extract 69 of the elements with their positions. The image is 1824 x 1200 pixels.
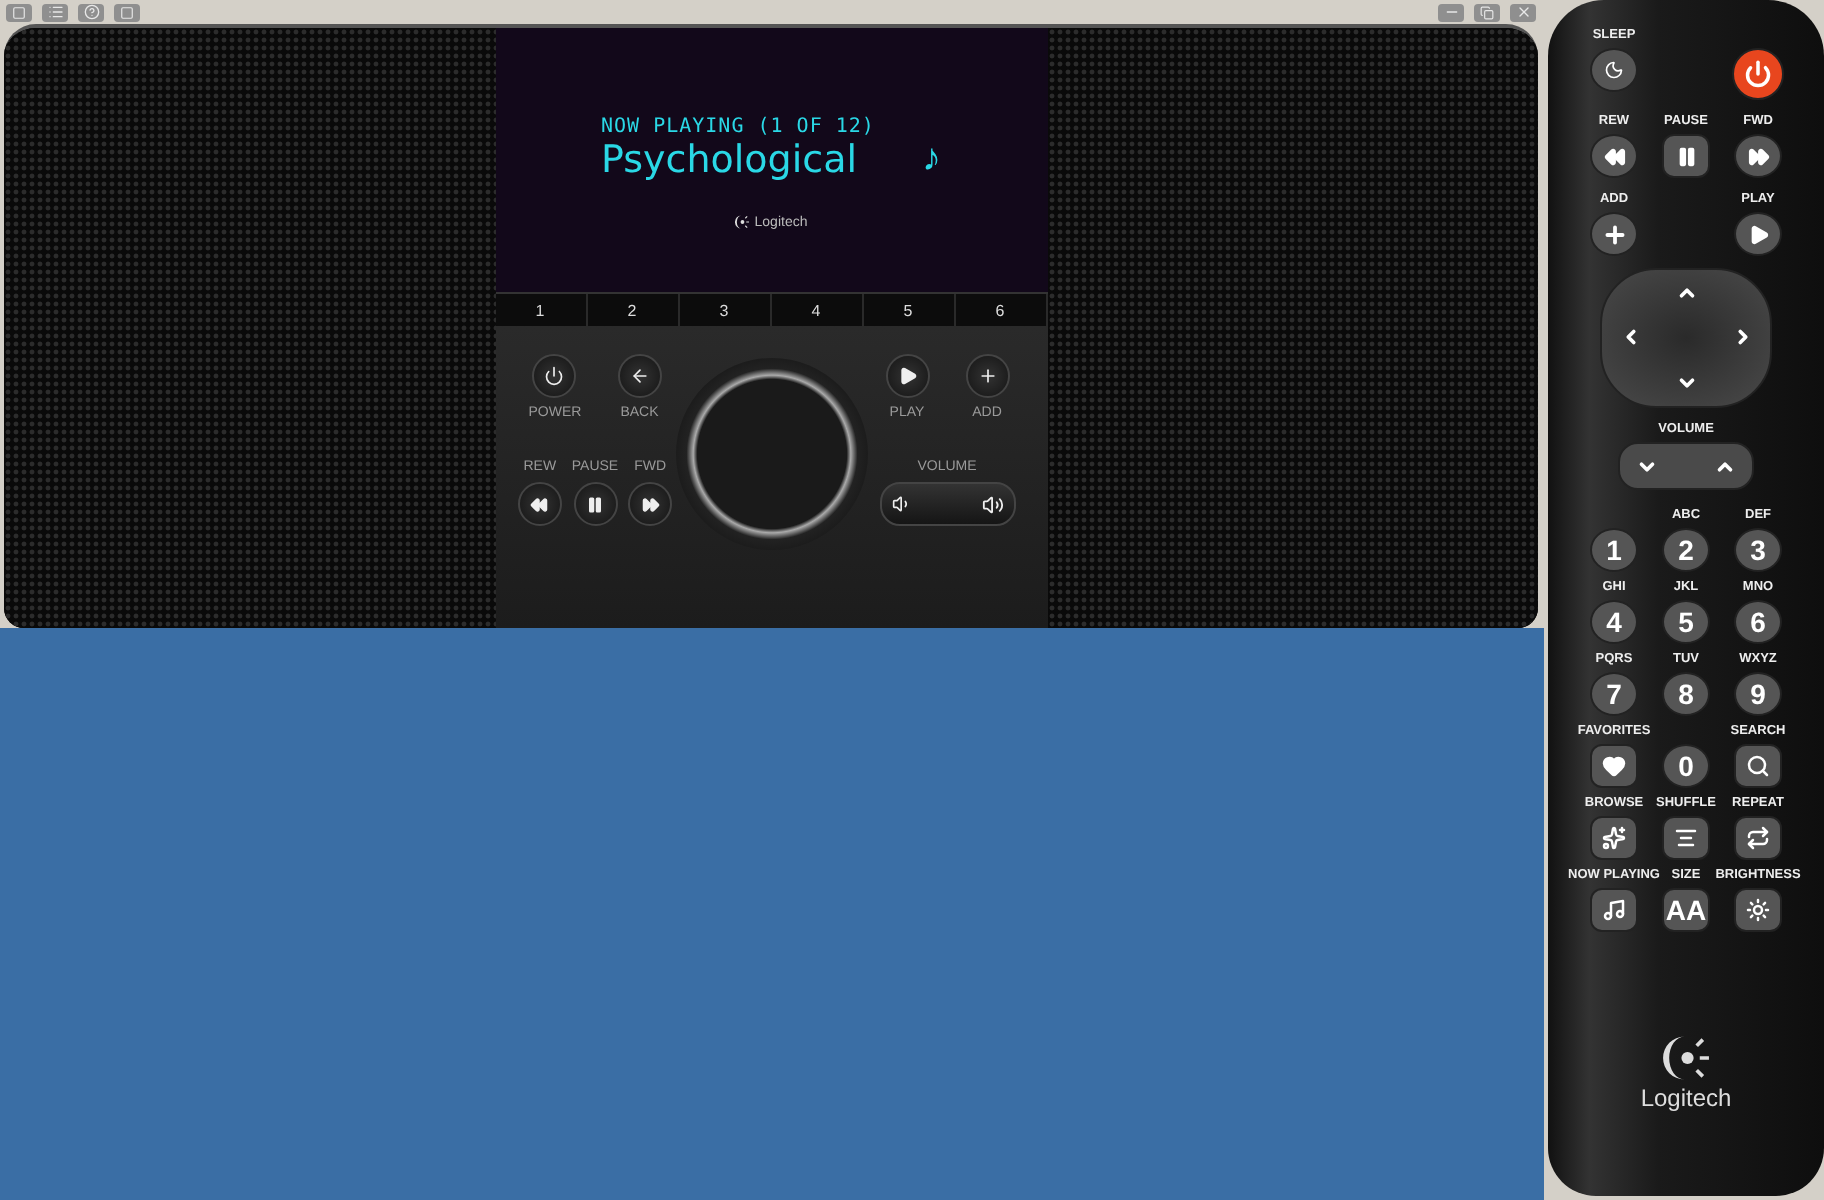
square-icon [12,5,26,19]
play-icon [1747,223,1769,245]
plus-icon [977,366,997,386]
number-key[interactable]: 2 [1662,528,1710,572]
moon-icon [1604,60,1624,80]
volume-rocker[interactable] [879,482,1015,526]
power-icon [544,366,565,386]
number-key[interactable]: 3 [1734,528,1782,572]
number-key[interactable]: 7 [1590,672,1638,716]
rewind-icon [1603,145,1625,167]
number-key[interactable]: 9 [1734,672,1782,716]
number-key[interactable]: 5 [1662,600,1710,644]
pause-button[interactable] [573,482,617,526]
volume-down-icon [891,494,911,514]
add-button[interactable] [965,354,1009,398]
number-key[interactable]: 1 [1590,528,1638,572]
power-icon [1744,60,1772,88]
function-key[interactable] [1734,888,1782,932]
fast-forward-icon [641,495,660,513]
sleep-button[interactable] [1590,48,1638,92]
logo-icon [734,214,751,230]
restore-icon [1480,5,1494,19]
now-playing-header: NOW PLAYING (1 OF 12) [601,116,877,138]
volume-rocker[interactable] [1618,442,1754,490]
add-button[interactable] [1590,212,1638,256]
number-key[interactable]: 8 [1662,672,1710,716]
left-arrow-icon [629,366,650,386]
rewind-icon [530,495,549,513]
square-icon [120,5,134,19]
help-icon[interactable] [78,3,104,21]
volume-up-icon [981,493,1003,515]
function-key[interactable] [1661,816,1710,860]
play-button[interactable] [885,354,929,398]
function-key[interactable] [1733,816,1782,860]
heart-icon [1602,754,1626,778]
function-key[interactable] [1590,816,1638,860]
number-key[interactable]: 4 [1590,600,1638,644]
close-button[interactable] [1510,3,1536,21]
brightness-icon [1746,898,1770,922]
logo-icon [1660,1032,1712,1084]
brand-name: Logitech [1640,1084,1732,1112]
function-key[interactable] [1590,888,1638,932]
power-button[interactable] [1732,48,1784,100]
forward-button[interactable] [628,482,673,526]
repeat-icon [1745,826,1770,850]
forward-button[interactable] [1734,134,1782,178]
pause-icon [1675,145,1697,167]
fast-forward-icon [1747,145,1769,167]
track-title: Psychological [601,138,857,182]
rewind-button[interactable] [1590,134,1638,178]
play-button[interactable] [1734,212,1782,256]
back-button[interactable] [617,354,662,398]
close-icon [1515,4,1531,20]
rewind-button[interactable] [517,482,562,526]
search-icon [1745,754,1770,778]
play-icon [897,366,917,386]
lines-icon [1673,826,1698,850]
function-key[interactable] [1733,744,1782,788]
power-button[interactable] [532,354,577,398]
function-key[interactable]: AA [1662,888,1710,932]
number-key[interactable]: 0 [1662,744,1710,788]
pause-button[interactable] [1662,134,1710,178]
plus-icon [1601,221,1627,247]
pause-icon [586,495,604,513]
number-key[interactable]: 6 [1734,600,1782,644]
music-note: ♪ [922,138,941,182]
music-note-icon [1602,898,1626,922]
function-key[interactable] [1590,744,1638,788]
list-icon[interactable] [42,3,68,21]
